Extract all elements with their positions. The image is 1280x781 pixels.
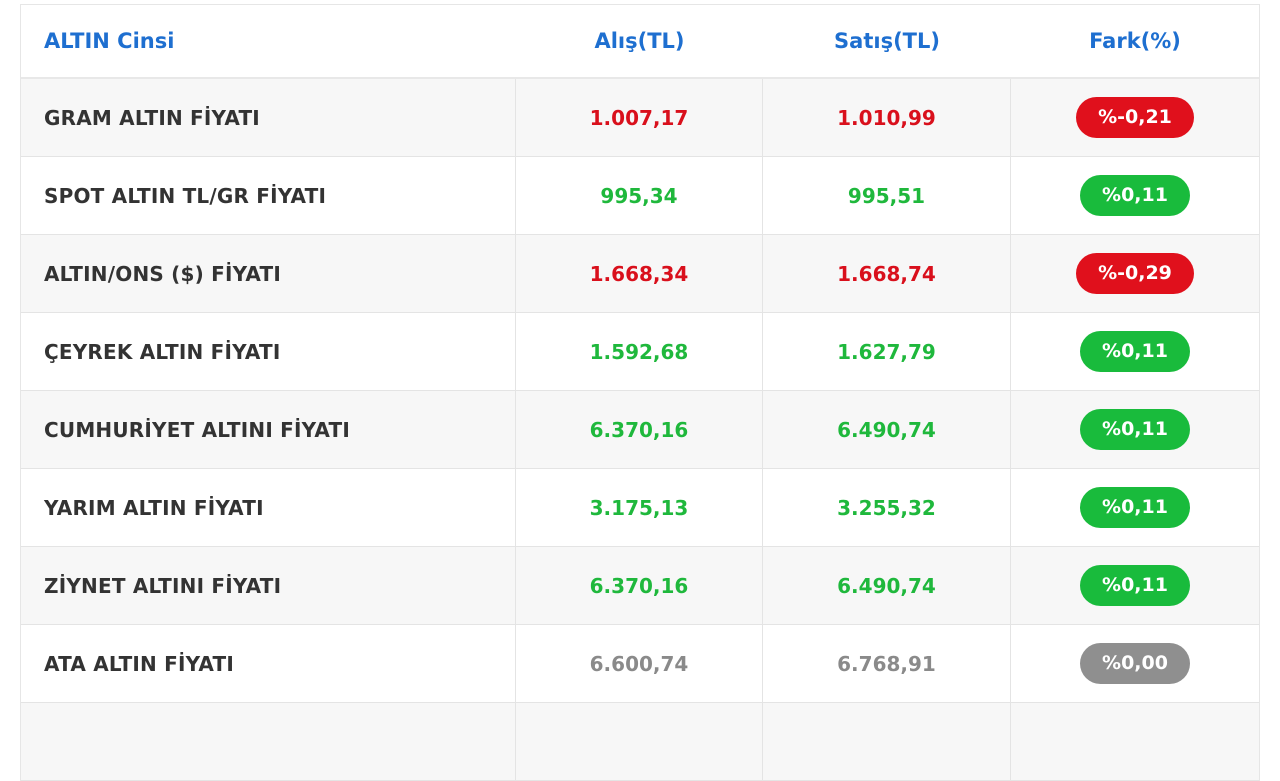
- row-buy-cell: 6.370,16: [516, 391, 763, 468]
- change-badge: %0,11: [1080, 487, 1190, 528]
- table-row[interactable]: SPOT ALTIN TL/GR FİYATI 995,34 995,51 %0…: [21, 157, 1259, 235]
- row-sell-cell: [763, 703, 1011, 780]
- gold-type-name[interactable]: ATA ALTIN FİYATI: [44, 652, 234, 676]
- sell-price: 1.668,74: [837, 261, 936, 286]
- row-sell-cell: 1.010,99: [763, 79, 1011, 156]
- gold-type-name[interactable]: GRAM ALTIN FİYATI: [44, 106, 260, 130]
- row-buy-cell: 6.600,74: [516, 625, 763, 702]
- table-row[interactable]: ALTIN/ONS ($) FİYATI 1.668,34 1.668,74 %…: [21, 235, 1259, 313]
- sell-price: 1.010,99: [837, 105, 936, 130]
- buy-price: 1.007,17: [589, 105, 689, 130]
- buy-price: 3.175,13: [589, 495, 689, 520]
- row-sell-cell: 6.490,74: [763, 391, 1011, 468]
- buy-price: 6.370,16: [589, 417, 689, 442]
- sell-price: 6.490,74: [837, 573, 936, 598]
- row-name-cell: SPOT ALTIN TL/GR FİYATI: [21, 157, 516, 234]
- row-buy-cell: 1.007,17: [516, 79, 763, 156]
- gold-type-name[interactable]: SPOT ALTIN TL/GR FİYATI: [44, 184, 326, 208]
- row-sell-cell: 995,51: [763, 157, 1011, 234]
- change-badge: %0,00: [1080, 643, 1190, 684]
- sell-price: 6.768,91: [837, 651, 936, 676]
- row-name-cell: YARIM ALTIN FİYATI: [21, 469, 516, 546]
- change-badge: %-0,29: [1076, 253, 1194, 294]
- table-row[interactable]: GRAM ALTIN FİYATI 1.007,17 1.010,99 %-0,…: [21, 79, 1259, 157]
- gold-price-table: ALTIN Cinsi Alış(TL) Satış(TL) Fark(%) G…: [20, 4, 1260, 781]
- sell-price: 1.627,79: [837, 339, 936, 364]
- row-sell-cell: 3.255,32: [763, 469, 1011, 546]
- change-badge: %0,11: [1080, 175, 1190, 216]
- change-badge: %0,11: [1080, 331, 1190, 372]
- row-diff-cell: %0,11: [1011, 157, 1259, 234]
- row-buy-cell: 1.668,34: [516, 235, 763, 312]
- header-cell-buy: Alış(TL): [516, 5, 763, 77]
- sell-price: 3.255,32: [837, 495, 936, 520]
- row-buy-cell: 3.175,13: [516, 469, 763, 546]
- buy-price: 6.370,16: [589, 573, 689, 598]
- row-diff-cell: %-0,21: [1011, 79, 1259, 156]
- table-row[interactable]: ATA ALTIN FİYATI 6.600,74 6.768,91 %0,00: [21, 625, 1259, 703]
- sell-price: 995,51: [847, 183, 926, 208]
- row-buy-cell: [516, 703, 763, 780]
- row-buy-cell: 995,34: [516, 157, 763, 234]
- row-name-cell: ATA ALTIN FİYATI: [21, 625, 516, 702]
- gold-type-name[interactable]: CUMHURİYET ALTINI FİYATI: [44, 418, 350, 442]
- row-sell-cell: 6.490,74: [763, 547, 1011, 624]
- row-sell-cell: 6.768,91: [763, 625, 1011, 702]
- row-sell-cell: 1.627,79: [763, 313, 1011, 390]
- row-name-cell: GRAM ALTIN FİYATI: [21, 79, 516, 156]
- row-name-cell: ALTIN/ONS ($) FİYATI: [21, 235, 516, 312]
- row-buy-cell: 1.592,68: [516, 313, 763, 390]
- header-cell-name: ALTIN Cinsi: [21, 5, 516, 77]
- gold-type-name[interactable]: YARIM ALTIN FİYATI: [44, 496, 264, 520]
- row-name-cell: ZİYNET ALTINI FİYATI: [21, 547, 516, 624]
- header-diff-label: Fark(%): [1089, 29, 1181, 53]
- row-diff-cell: %-0,29: [1011, 235, 1259, 312]
- table-row[interactable]: ZİYNET ALTINI FİYATI 6.370,16 6.490,74 %…: [21, 547, 1259, 625]
- row-diff-cell: %0,11: [1011, 547, 1259, 624]
- change-badge: %0,11: [1080, 565, 1190, 606]
- header-cell-sell: Satış(TL): [763, 5, 1011, 77]
- buy-price: 995,34: [600, 183, 678, 208]
- gold-type-name[interactable]: ÇEYREK ALTIN FİYATI: [44, 340, 281, 364]
- gold-type-name[interactable]: ALTIN/ONS ($) FİYATI: [44, 262, 281, 286]
- buy-price: 1.668,34: [589, 261, 689, 286]
- header-cell-diff: Fark(%): [1011, 5, 1259, 77]
- table-row[interactable]: YARIM ALTIN FİYATI 3.175,13 3.255,32 %0,…: [21, 469, 1259, 547]
- row-buy-cell: 6.370,16: [516, 547, 763, 624]
- header-name-label: ALTIN Cinsi: [44, 29, 175, 53]
- change-badge: %0,11: [1080, 409, 1190, 450]
- buy-price: 6.600,74: [589, 651, 689, 676]
- table-header: ALTIN Cinsi Alış(TL) Satış(TL) Fark(%): [21, 5, 1259, 79]
- row-name-cell: [21, 703, 516, 780]
- row-diff-cell: %0,00: [1011, 625, 1259, 702]
- row-name-cell: CUMHURİYET ALTINI FİYATI: [21, 391, 516, 468]
- table-row-partial: [21, 703, 1259, 781]
- gold-type-name[interactable]: ZİYNET ALTINI FİYATI: [44, 574, 281, 598]
- change-badge: %-0,21: [1076, 97, 1194, 138]
- header-buy-label: Alış(TL): [594, 29, 685, 53]
- sell-price: 6.490,74: [837, 417, 936, 442]
- row-diff-cell: %0,11: [1011, 391, 1259, 468]
- header-sell-label: Satış(TL): [834, 29, 940, 53]
- row-diff-cell: %0,11: [1011, 313, 1259, 390]
- row-name-cell: ÇEYREK ALTIN FİYATI: [21, 313, 516, 390]
- row-sell-cell: 1.668,74: [763, 235, 1011, 312]
- row-diff-cell: %0,11: [1011, 469, 1259, 546]
- table-row[interactable]: CUMHURİYET ALTINI FİYATI 6.370,16 6.490,…: [21, 391, 1259, 469]
- buy-price: 1.592,68: [589, 339, 689, 364]
- row-diff-cell: [1011, 703, 1259, 780]
- table-row[interactable]: ÇEYREK ALTIN FİYATI 1.592,68 1.627,79 %0…: [21, 313, 1259, 391]
